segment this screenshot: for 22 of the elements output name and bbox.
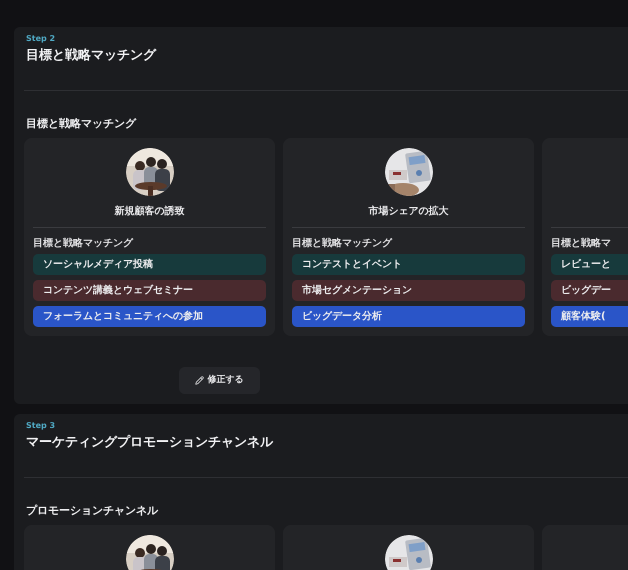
section-label: 目標と戦略マッチング [292, 236, 394, 251]
section-heading: 目標と戦略マッチング [25, 116, 138, 132]
pencil-icon [194, 376, 204, 385]
strategy-option[interactable]: ビッグデー [551, 280, 628, 301]
card-title: 市場シェアの拡大 [368, 204, 450, 219]
strategy-option[interactable]: ソーシャルメディア投稿 [33, 254, 266, 275]
edit-button[interactable]: 修正する [178, 367, 260, 394]
strategy-option[interactable]: フォーラムとコミュニティへの参加 [33, 306, 266, 327]
strategy-option[interactable]: 市場セグメンテーション [292, 280, 525, 301]
strategy-option[interactable]: レビューと [551, 254, 628, 275]
strategy-option[interactable]: ビッグデータ分析 [292, 306, 525, 327]
strategy-option[interactable]: 顧客体験( [551, 306, 628, 327]
section-label: 目標と戦略マ [551, 236, 612, 251]
section-heading: プロモーションチャンネル [25, 502, 159, 518]
step-title: 目標と戦略マッチング [25, 47, 158, 65]
strategy-option[interactable]: コンテンツ講義とウェブセミナー [33, 280, 266, 301]
section-label: 目標と戦略マッチング [33, 236, 134, 251]
step-label: Step 2 [25, 33, 56, 45]
step-label: Step 3 [25, 420, 56, 432]
strategy-option[interactable]: コンテストとイベント [292, 254, 525, 275]
card-title: 新規顧客の誘致 [114, 204, 186, 219]
step-title: マーケティングプロモーションチャンネル [25, 434, 274, 452]
